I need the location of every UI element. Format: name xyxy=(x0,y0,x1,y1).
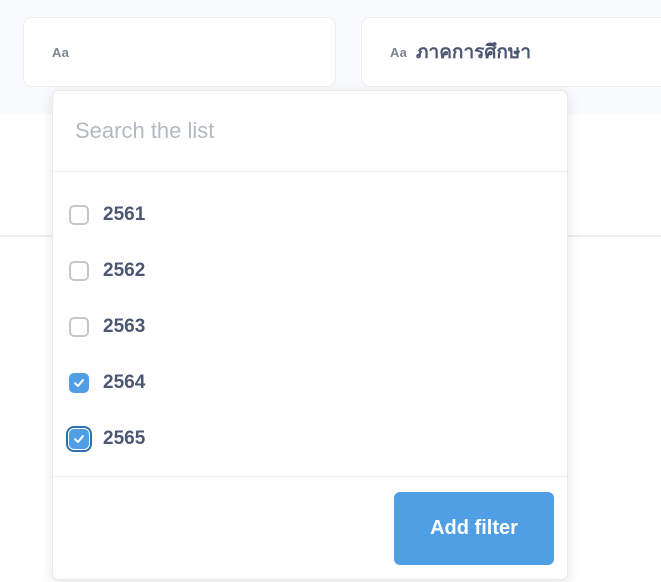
search-row xyxy=(53,91,567,172)
option-item[interactable]: 2563 xyxy=(53,299,567,355)
option-label: 2564 xyxy=(103,372,146,393)
option-label: 2562 xyxy=(103,260,146,281)
option-item[interactable]: 2561 xyxy=(53,187,567,243)
popover-footer: Add filter xyxy=(53,476,567,579)
filter-widget-text[interactable]: Aa xyxy=(23,17,336,87)
check-icon xyxy=(74,435,84,443)
checkbox[interactable] xyxy=(69,317,89,337)
option-item[interactable]: 2565 xyxy=(53,411,567,467)
checkbox[interactable] xyxy=(69,373,89,393)
add-filter-button[interactable]: Add filter xyxy=(394,492,554,565)
option-label: 2563 xyxy=(103,316,146,337)
option-list: 2561 2562 2563 2564 2565 xyxy=(53,172,567,467)
text-type-icon: Aa xyxy=(52,44,70,60)
filter-widget-label: ภาคการศึกษา xyxy=(416,42,532,63)
search-input[interactable] xyxy=(73,117,537,145)
option-label: 2565 xyxy=(103,428,146,449)
check-icon xyxy=(74,379,84,387)
filter-value-popover: 2561 2562 2563 xyxy=(52,90,568,580)
option-label: 2561 xyxy=(103,204,146,225)
checkbox[interactable] xyxy=(69,261,89,281)
checkbox[interactable] xyxy=(66,426,92,452)
filter-widget-semester[interactable]: Aa ภาคการศึกษา xyxy=(361,17,661,87)
text-type-icon: Aa xyxy=(390,44,408,60)
option-item[interactable]: 2562 xyxy=(53,243,567,299)
option-item[interactable]: 2564 xyxy=(53,355,567,411)
checkbox[interactable] xyxy=(69,205,89,225)
dashboard-page: Aa Aa ภาคการศึกษา 2561 xyxy=(0,0,661,582)
